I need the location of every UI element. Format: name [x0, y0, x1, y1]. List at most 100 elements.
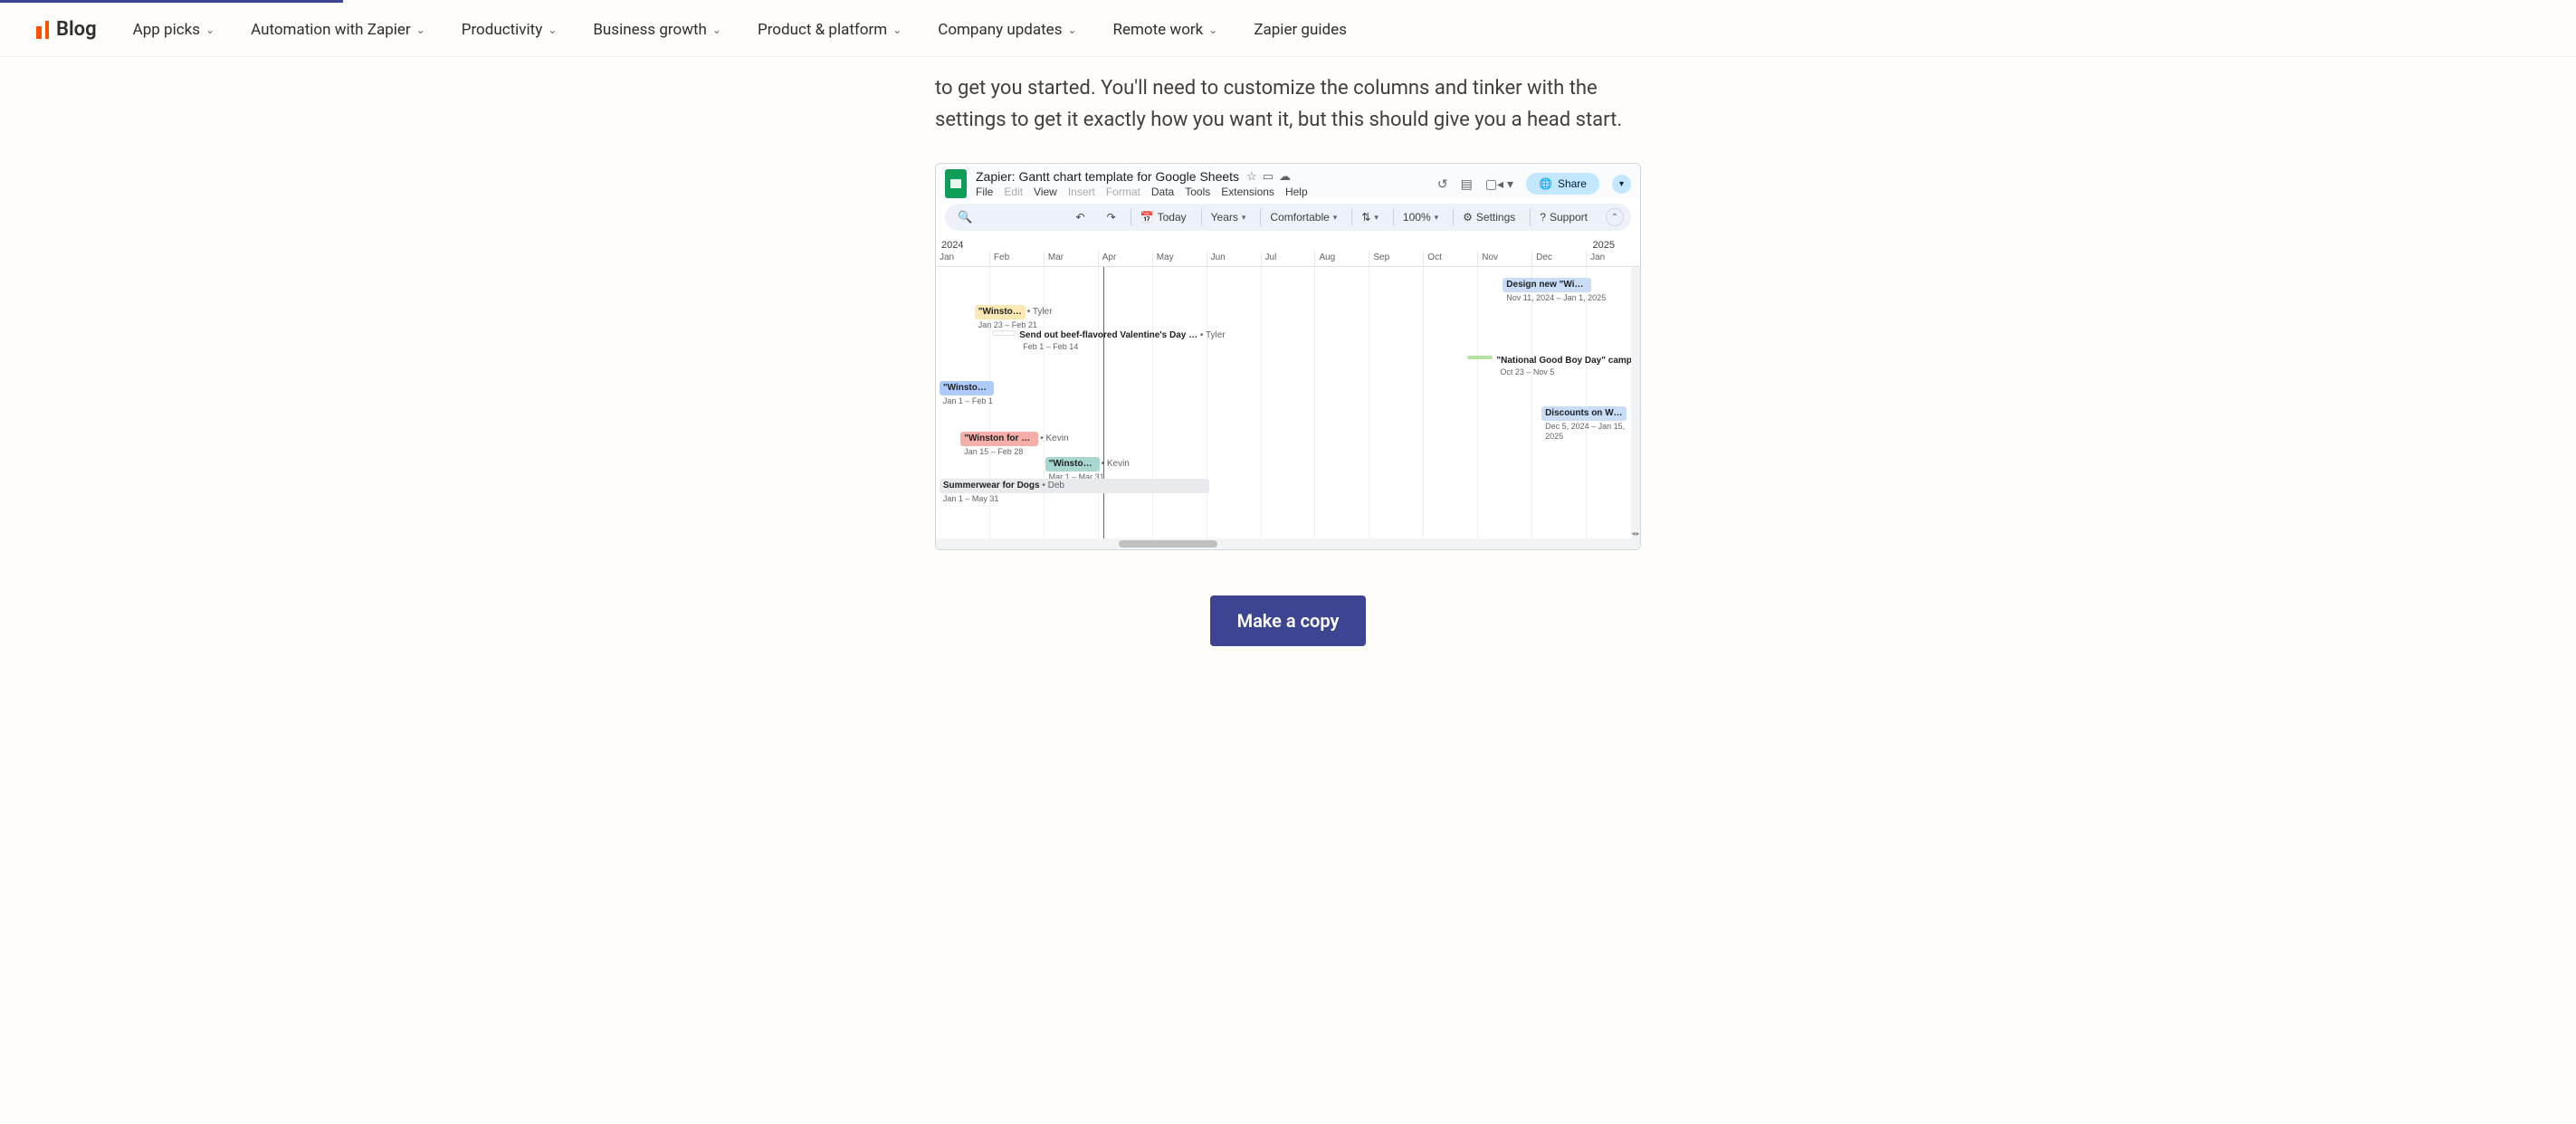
- gantt-task-dates: Nov 11, 2024 – Jan 1, 2025: [1503, 292, 1609, 303]
- cloud-icon: ☁: [1279, 169, 1291, 184]
- meet-icon: ▢◂ ▾: [1485, 176, 1513, 192]
- month-header-row: JanFebMarAprMayJunJulAugSepOctNovDecJan: [936, 251, 1640, 267]
- gantt-task-bar: [992, 330, 1016, 336]
- gantt-task: Design new "Winston for President" …Nov …: [1503, 278, 1609, 303]
- gantt-task-owner: • Kevin: [1102, 459, 1130, 470]
- month-header: Mar: [1044, 251, 1098, 266]
- gantt-task-dates: Oct 23 – Nov 5: [1496, 367, 1640, 377]
- gantt-timeline: 2024 2025 JanFebMarAprMayJunJulAugSepOct…: [936, 236, 1640, 549]
- gantt-task: "National Good Boy Day" campaign • DebOc…: [1467, 356, 1640, 377]
- nav-automation[interactable]: Automation with Zapier⌄: [251, 21, 425, 39]
- menu-format: Format: [1106, 186, 1140, 198]
- menu-edit: Edit: [1004, 186, 1023, 198]
- horizontal-scroll-thumb: [1119, 540, 1217, 548]
- zapier-logo-icon: [36, 21, 49, 39]
- nav-product-platform[interactable]: Product & platform⌄: [758, 21, 902, 39]
- menu-file: File: [976, 186, 993, 198]
- gantt-task-bar: Discounts on Winston ca: [1541, 406, 1627, 421]
- history-icon: ↺: [1437, 176, 1448, 192]
- vertical-scrollbar: ◂▸: [1631, 267, 1640, 538]
- gantt-task-dates: Jan 1 – Feb 1: [940, 395, 997, 406]
- gantt-task-bar: Design new "Winston for President" …: [1503, 278, 1591, 292]
- gantt-task: "Winston's Shampoo" campaign • TylerJan …: [975, 305, 1053, 330]
- gantt-task-label: Send out beef-flavored Valentine's Day ……: [1019, 330, 1225, 341]
- document-title: Zapier: Gantt chart template for Google …: [976, 169, 1239, 184]
- support-button: ? Support: [1530, 207, 1595, 227]
- chevron-down-icon: ⌄: [892, 24, 902, 36]
- gantt-task-bar: [1467, 356, 1493, 359]
- share-button: 🌐 Share: [1526, 173, 1599, 195]
- years-dropdown: Years ▾: [1201, 207, 1254, 227]
- nav-company-updates[interactable]: Company updates⌄: [938, 21, 1076, 39]
- gantt-task-owner: • Kevin: [1040, 433, 1068, 444]
- search-icon: 🔍: [952, 210, 978, 224]
- gantt-task: "Winston for President" posters go up • …: [940, 381, 997, 406]
- month-header: Dec: [1531, 251, 1586, 266]
- comment-icon: ▤: [1461, 176, 1473, 192]
- gantt-task: Summerwear for Dogs • DebJan 1 – May 31: [940, 479, 1209, 504]
- nav-app-picks[interactable]: App picks⌄: [133, 21, 215, 39]
- month-header: May: [1152, 251, 1207, 266]
- menu-view: View: [1034, 186, 1057, 198]
- collapse-toolbar-icon: ⌃: [1606, 208, 1624, 226]
- gantt-task-label: "National Good Boy Day" campaign • Deb: [1496, 356, 1640, 367]
- menu-data: Data: [1151, 186, 1174, 198]
- month-header: Sep: [1369, 251, 1423, 266]
- gantt-task-dates: Dec 5, 2024 – Jan 15, 2025: [1541, 421, 1640, 442]
- year-right: 2025: [1593, 240, 1640, 251]
- nav-zapier-guides[interactable]: Zapier guides: [1254, 21, 1347, 39]
- settings-button: ⚙ Settings: [1453, 207, 1522, 227]
- gantt-task-bar: Summerwear for Dogs • Deb: [940, 479, 1209, 493]
- nav-business-growth[interactable]: Business growth⌄: [593, 21, 721, 39]
- logo-text: Blog: [56, 18, 97, 41]
- horizontal-scrollbar: [936, 538, 1640, 549]
- move-icon: ▭: [1263, 169, 1274, 184]
- gantt-task: Discounts on Winston caDec 5, 2024 – Jan…: [1541, 406, 1640, 442]
- sheets-menubar: File Edit View Insert Format Data Tools …: [976, 186, 1308, 198]
- gantt-task: Send out beef-flavored Valentine's Day ……: [992, 330, 1225, 352]
- gantt-task-owner: • Tyler: [1027, 307, 1053, 318]
- chevron-down-icon: ⌄: [1208, 24, 1217, 36]
- month-header: Nov: [1477, 251, 1531, 266]
- chevron-down-icon: ⌄: [548, 24, 557, 36]
- reading-progress-track: [0, 0, 2576, 3]
- google-sheets-icon: [945, 169, 967, 198]
- menu-extensions: Extensions: [1221, 186, 1274, 198]
- gantt-task-dates: Jan 23 – Feb 21: [975, 319, 1053, 330]
- month-header: Jun: [1207, 251, 1261, 266]
- redo-icon: ↷: [1100, 207, 1123, 227]
- nav-productivity[interactable]: Productivity⌄: [462, 21, 558, 39]
- main-nav: Blog App picks⌄ Automation with Zapier⌄ …: [0, 3, 2576, 57]
- share-caret: ▾: [1612, 175, 1631, 194]
- globe-icon: 🌐: [1539, 177, 1552, 190]
- chevron-down-icon: ⌄: [416, 24, 425, 36]
- month-header: Oct: [1423, 251, 1477, 266]
- gantt-task-dates: Jan 15 – Feb 28: [960, 446, 1068, 457]
- chevron-down-icon: ⌄: [712, 24, 721, 36]
- chevron-down-icon: ⌄: [205, 24, 215, 36]
- menu-tools: Tools: [1185, 186, 1210, 198]
- article-paragraph: to get you started. You'll need to custo…: [935, 72, 1641, 136]
- today-button: 📅 Today: [1131, 207, 1194, 227]
- sheets-titlebar: Zapier: Gantt chart template for Google …: [936, 164, 1640, 198]
- sheets-toolbar: 🔍 ↶ ↷ 📅 Today Years ▾ Comfortable ▾ ⇅ ▾ …: [945, 204, 1631, 231]
- make-copy-button[interactable]: Make a copy: [1210, 595, 1367, 646]
- month-header: Jan: [1586, 251, 1640, 266]
- gantt-body: Design new "Winston for President" …Nov …: [936, 267, 1640, 538]
- year-left: 2024: [936, 240, 963, 251]
- month-header: Aug: [1314, 251, 1369, 266]
- zoom-dropdown: 100% ▾: [1393, 207, 1445, 227]
- gantt-task-dates: Jan 1 – May 31: [940, 493, 1209, 504]
- chevron-down-icon: ⌄: [1067, 24, 1076, 36]
- gantt-task-bar: "Winston for Superman" campaign: [1045, 457, 1100, 472]
- undo-icon: ↶: [1069, 207, 1092, 227]
- comfortable-dropdown: Comfortable ▾: [1260, 207, 1344, 227]
- month-header: Feb: [989, 251, 1044, 266]
- gantt-task: "Winston for Spider-Man" campaign • Kevi…: [960, 432, 1068, 457]
- star-icon: ☆: [1246, 169, 1257, 184]
- blog-logo[interactable]: Blog: [36, 18, 97, 41]
- gantt-task-bar: "Winston's Shampoo" campaign: [975, 305, 1026, 319]
- month-header: Jul: [1261, 251, 1315, 266]
- month-header: Jan: [936, 251, 989, 266]
- nav-remote-work[interactable]: Remote work⌄: [1113, 21, 1218, 39]
